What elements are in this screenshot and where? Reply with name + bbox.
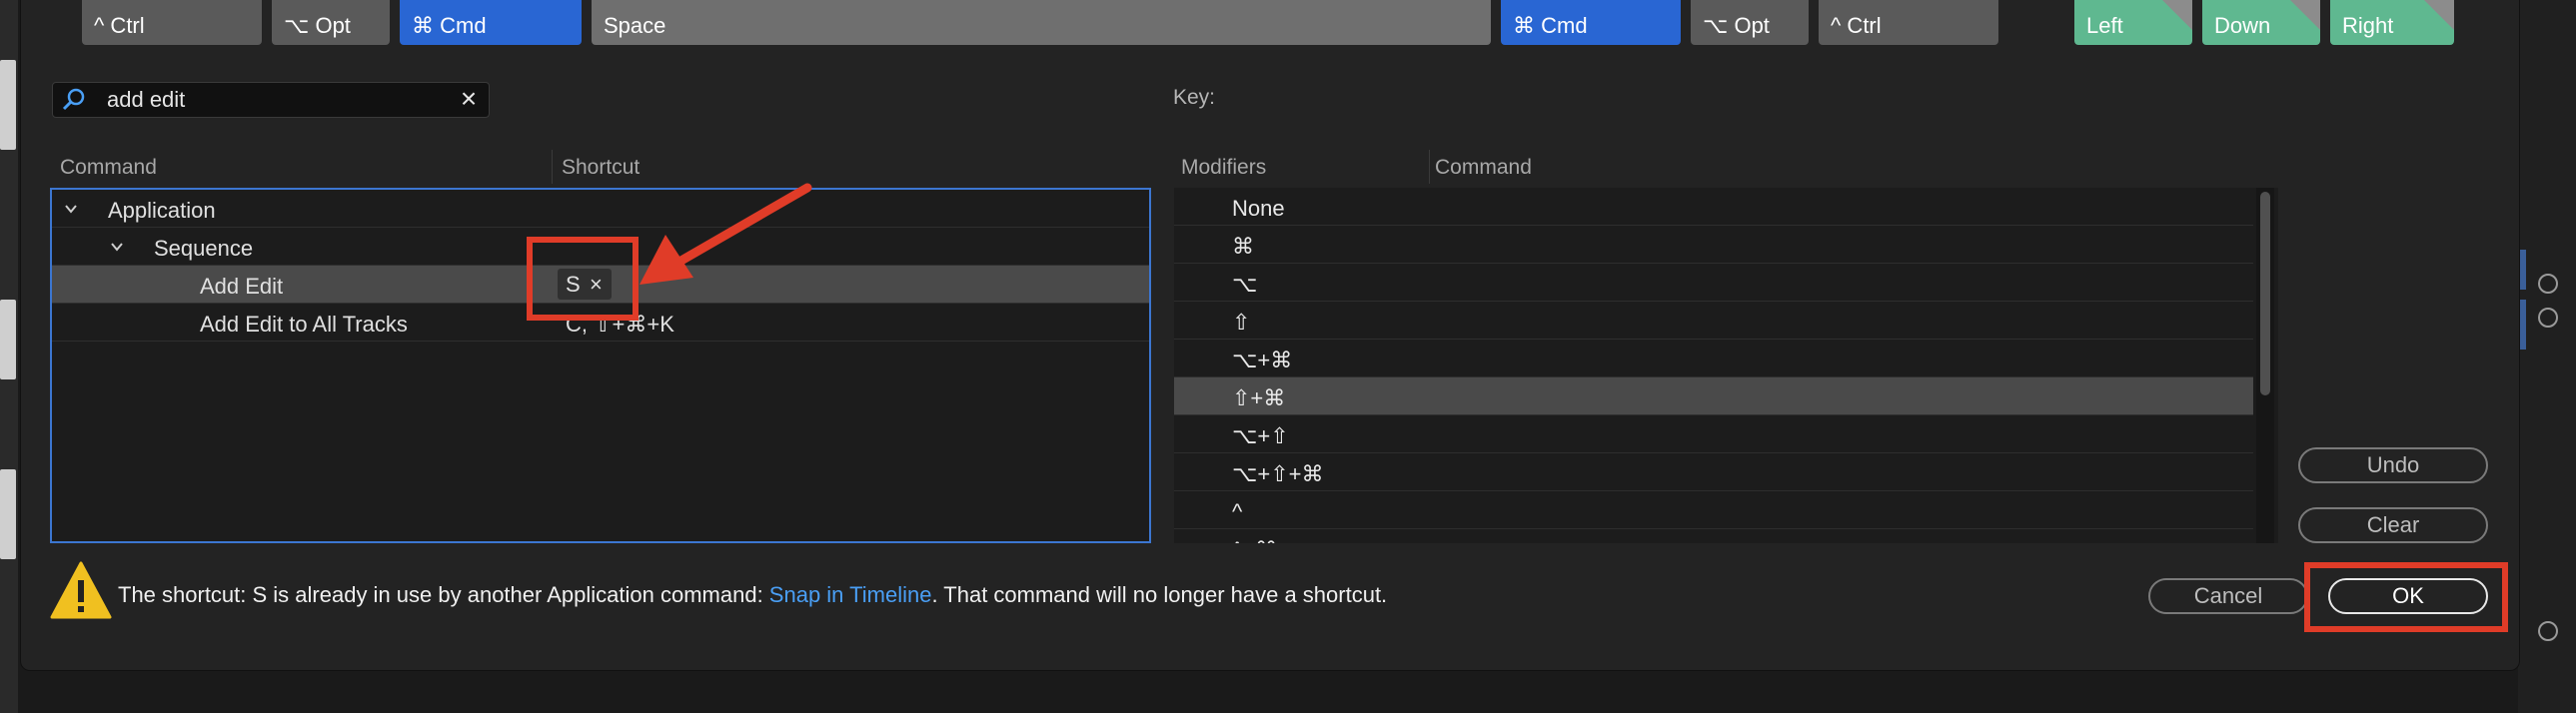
tree-row-label: Add Edit — [200, 274, 284, 299]
clear-button[interactable]: Clear — [2298, 507, 2488, 543]
modifier-label: ^ — [1232, 499, 1243, 524]
modifier-label: ⌥+⇧+⌘ — [1232, 461, 1324, 486]
modifier-label: ⌥+⇧ — [1232, 423, 1289, 448]
tree-row-label: Application — [108, 198, 216, 223]
modifier-row[interactable]: ^+⌘ — [1174, 529, 2253, 543]
chevron-down-icon[interactable] — [64, 202, 78, 216]
tree-row-label: Sequence — [154, 236, 254, 261]
warning-message: The shortcut: S is already in use by ano… — [118, 582, 1387, 608]
key-label: ⌥ Opt — [1703, 13, 1770, 38]
key-right-cmd[interactable]: ⌘ Cmd — [1501, 0, 1681, 45]
modifier-row[interactable]: ⌥+⌘ — [1174, 340, 2253, 377]
modifier-row[interactable]: ⌘ — [1174, 226, 2253, 264]
key-label: Down — [2214, 13, 2271, 38]
snap-in-timeline-link[interactable]: Snap in Timeline — [769, 582, 932, 607]
thumbnail — [0, 300, 16, 379]
key-right-ctrl[interactable]: ^ Ctrl — [1819, 0, 1998, 45]
key-left-arrow[interactable]: Left — [2074, 0, 2192, 45]
modifier-row[interactable]: ⌥+⇧ — [1174, 415, 2253, 453]
annotation-highlight-box — [2304, 562, 2508, 632]
key-label: ⌥ Opt — [284, 13, 351, 38]
warning-suffix: . That command will no longer have a sho… — [931, 582, 1388, 607]
scrollbar-thumb[interactable] — [2260, 192, 2270, 395]
modifier-label: ^+⌘ — [1232, 537, 1277, 543]
command-column-header[interactable]: Command — [60, 156, 157, 180]
key-label: Right — [2342, 13, 2394, 38]
key-right-arrow[interactable]: Right — [2330, 0, 2454, 45]
cancel-button[interactable]: Cancel — [2148, 578, 2308, 614]
command-column-header[interactable]: Command — [1435, 156, 1532, 180]
modifier-row-selected[interactable]: ⇧+⌘ — [1174, 377, 2253, 415]
warning-icon — [50, 561, 112, 619]
keyframe-icon[interactable] — [2538, 274, 2558, 294]
key-label: Key: — [1173, 86, 1216, 109]
key-down-arrow[interactable]: Down — [2202, 0, 2320, 45]
modifier-label: None — [1232, 196, 1285, 221]
annotation-highlight-box — [527, 237, 639, 321]
key-left-ctrl[interactable]: ^ Ctrl — [82, 0, 262, 45]
modifiers-column-header[interactable]: Modifiers — [1181, 156, 1266, 180]
clear-search-icon[interactable]: × — [455, 85, 483, 113]
modifier-label: ⇧ — [1232, 310, 1251, 335]
modifier-label: ⌥ — [1232, 272, 1258, 297]
background-panel-left — [0, 0, 18, 713]
keyframe-icon[interactable] — [2538, 308, 2558, 328]
modifier-label: ⌘ — [1232, 234, 1254, 259]
key-label: Left — [2086, 13, 2123, 38]
modifier-row[interactable]: ⌥ — [1174, 264, 2253, 302]
modifier-label: ⌥+⌘ — [1232, 348, 1293, 372]
modifier-label: ⇧+⌘ — [1232, 385, 1286, 410]
key-left-opt[interactable]: ⌥ Opt — [272, 0, 390, 45]
modifier-list: None ⌘ ⌥ ⇧ ⌥+⌘ ⇧+⌘ ⌥+⇧ ⌥+⇧+⌘ ^ ^+⌘ — [1174, 188, 2278, 543]
background-panel-right — [2518, 0, 2576, 713]
key-label: Space — [604, 13, 666, 38]
modifier-row[interactable]: None — [1174, 188, 2253, 226]
tree-row-label: Add Edit to All Tracks — [200, 312, 408, 337]
scrollbar[interactable] — [2256, 188, 2274, 543]
key-label: ⌘ Cmd — [1513, 13, 1588, 38]
key-label: ^ Ctrl — [94, 13, 145, 38]
key-space[interactable]: Space — [592, 0, 1491, 45]
key-label: ⌘ Cmd — [412, 13, 487, 38]
undo-button[interactable]: Undo — [2298, 447, 2488, 483]
keyframe-icon[interactable] — [2538, 621, 2558, 641]
search-icon — [62, 88, 85, 111]
modifier-row[interactable]: ^ — [1174, 491, 2253, 529]
tree-row-application[interactable]: Application — [52, 190, 1149, 228]
modifier-row[interactable]: ⇧ — [1174, 302, 2253, 340]
annotation-arrow-icon — [640, 183, 812, 285]
key-left-cmd[interactable]: ⌘ Cmd — [400, 0, 582, 45]
shortcut-column-header[interactable]: Shortcut — [562, 156, 640, 180]
modifier-row[interactable]: ⌥+⇧+⌘ — [1174, 453, 2253, 491]
key-label: ^ Ctrl — [1831, 13, 1882, 38]
warning-prefix: The shortcut: S is already in use by ano… — [118, 582, 769, 607]
key-right-opt[interactable]: ⌥ Opt — [1691, 0, 1809, 45]
search-field: × — [52, 82, 490, 118]
thumbnail — [0, 469, 16, 559]
chevron-down-icon[interactable] — [110, 240, 124, 254]
thumbnail — [0, 60, 16, 150]
search-input[interactable] — [107, 83, 447, 117]
